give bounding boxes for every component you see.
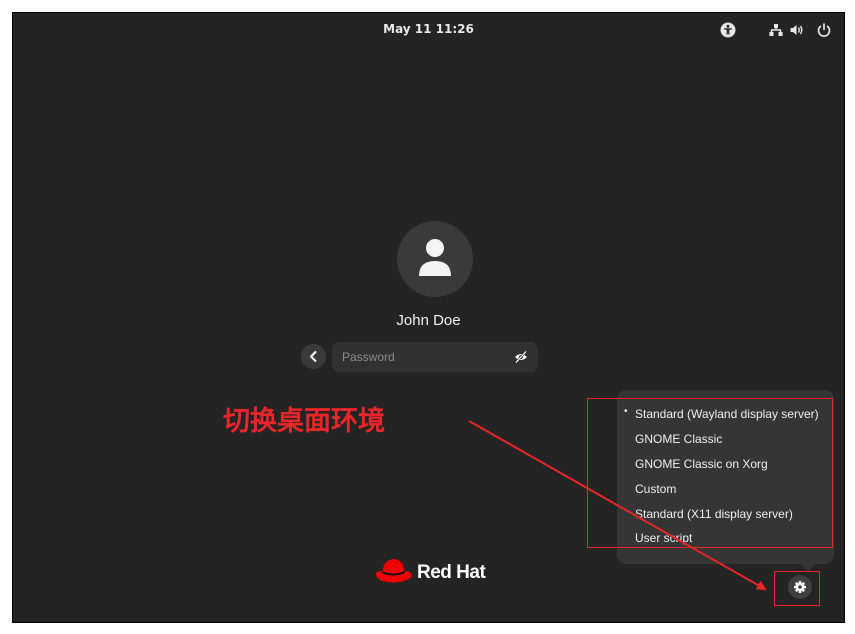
annotation-label: 切换桌面环境 — [223, 406, 385, 437]
annotation-gear-box — [774, 571, 820, 606]
user-icon — [419, 239, 451, 276]
top-bar: May 11 11:26 — [13, 13, 844, 47]
chevron-left-icon — [310, 351, 317, 362]
user-avatar[interactable] — [397, 221, 473, 297]
login-screen: May 11 11:26 John Doe Password 切换桌面环境 • … — [12, 12, 845, 623]
volume-icon[interactable] — [789, 22, 805, 38]
red-hat-wordmark: Red Hat — [417, 562, 486, 583]
eye-hidden-icon[interactable] — [514, 350, 528, 364]
password-input[interactable]: Password — [332, 342, 538, 372]
annotation-highlight-box — [587, 398, 833, 548]
password-placeholder: Password — [342, 350, 395, 364]
back-button[interactable] — [301, 344, 326, 369]
accessibility-icon[interactable] — [720, 22, 736, 38]
username-label: John Doe — [396, 312, 461, 329]
red-hat-logo-icon — [375, 559, 412, 583]
power-icon[interactable] — [816, 22, 832, 38]
network-icon[interactable] — [768, 22, 784, 38]
